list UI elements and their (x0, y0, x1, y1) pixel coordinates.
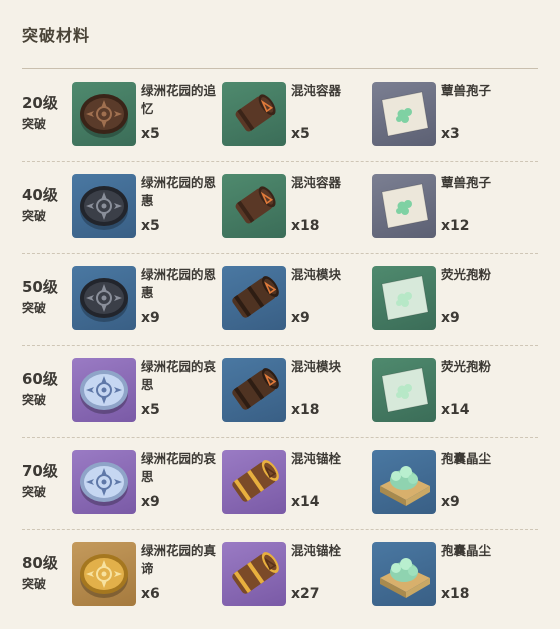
ascend-label: 突破 (22, 485, 47, 499)
ascend-label: 突破 (22, 117, 47, 131)
material-name: 绿洲花园的真谛 (141, 543, 217, 576)
material-item[interactable]: 绿洲花园的恩惠 x5 (72, 174, 216, 240)
material-quantity: x14 (291, 494, 320, 510)
material-quantity: x12 (441, 218, 470, 234)
material-item[interactable]: 混沌锚栓 x27 (222, 542, 362, 608)
material-quantity: x3 (441, 126, 460, 142)
medallion-silver-icon (72, 450, 136, 514)
material-name: 绿洲花园的恩惠 (141, 267, 217, 300)
spore-crystal-icon (372, 542, 436, 606)
material-name: 荧光孢粉 (441, 359, 492, 374)
spore-powder-icon (372, 358, 436, 422)
material-item[interactable]: 荧光孢粉 x14 (372, 358, 512, 424)
ascension-table: 20级 突破 绿洲花园的追忆 x5 混沌容器 x5 蕈兽孢子 x3 40级 突破… (22, 70, 538, 621)
level-label: 80级 突破 (22, 554, 66, 593)
material-quantity: x9 (291, 310, 310, 326)
material-quantity: x18 (291, 218, 320, 234)
material-item[interactable]: 混沌容器 x5 (222, 82, 362, 148)
material-item[interactable]: 混沌锚栓 x14 (222, 450, 362, 516)
material-name: 混沌锚栓 (291, 543, 342, 558)
material-name: 蕈兽孢子 (441, 175, 492, 190)
material-item[interactable]: 绿洲花园的哀思 x9 (72, 450, 216, 516)
material-item[interactable]: 蕈兽孢子 x3 (372, 82, 512, 148)
level-value: 50级 (22, 278, 58, 296)
ascension-row-50: 50级 突破 绿洲花园的恩惠 x9 混沌模块 x9 荧光孢粉 x9 (22, 254, 538, 346)
ascension-row-40: 40级 突破 绿洲花园的恩惠 x5 混沌容器 x18 蕈兽孢子 x12 (22, 162, 538, 254)
material-name: 混沌锚栓 (291, 451, 342, 466)
material-quantity: x9 (141, 310, 160, 326)
level-label: 20级 突破 (22, 94, 66, 133)
material-name: 绿洲花园的追忆 (141, 83, 217, 116)
level-value: 40级 (22, 186, 58, 204)
material-item[interactable]: 绿洲花园的追忆 x5 (72, 82, 216, 148)
ascension-row-70: 70级 突破 绿洲花园的哀思 x9 混沌锚栓 x14 孢囊晶尘 x9 (22, 438, 538, 530)
chaos-cylinder-icon (222, 82, 286, 146)
chaos-cylinder-icon (222, 174, 286, 238)
material-quantity: x6 (141, 586, 160, 602)
material-quantity: x9 (141, 494, 160, 510)
level-label: 40级 突破 (22, 186, 66, 225)
chaos-bolt-icon (222, 542, 286, 606)
material-quantity: x18 (291, 402, 320, 418)
material-item[interactable]: 混沌模块 x18 (222, 358, 362, 424)
material-name: 混沌模块 (291, 359, 342, 374)
level-value: 80级 (22, 554, 58, 572)
spore-powder-icon (372, 266, 436, 330)
material-name: 绿洲花园的哀思 (141, 359, 217, 392)
material-name: 混沌容器 (291, 83, 342, 98)
material-item[interactable]: 绿洲花园的真谛 x6 (72, 542, 216, 608)
material-quantity: x27 (291, 586, 320, 602)
medallion-dark-icon (72, 174, 136, 238)
level-label: 60级 突破 (22, 370, 66, 409)
material-quantity: x9 (441, 494, 460, 510)
material-quantity: x5 (141, 126, 160, 142)
medallion-dark-icon (72, 266, 136, 330)
material-item[interactable]: 孢囊晶尘 x18 (372, 542, 512, 608)
level-value: 70级 (22, 462, 58, 480)
level-label: 50级 突破 (22, 278, 66, 317)
material-item[interactable]: 绿洲花园的恩惠 x9 (72, 266, 216, 332)
material-name: 混沌模块 (291, 267, 342, 282)
material-item[interactable]: 荧光孢粉 x9 (372, 266, 512, 332)
material-name: 蕈兽孢子 (441, 83, 492, 98)
title-divider (22, 68, 538, 69)
level-value: 60级 (22, 370, 58, 388)
chaos-module-icon (222, 266, 286, 330)
medallion-gold-icon (72, 542, 136, 606)
ascension-row-20: 20级 突破 绿洲花园的追忆 x5 混沌容器 x5 蕈兽孢子 x3 (22, 70, 538, 162)
material-name: 孢囊晶尘 (441, 451, 492, 466)
chaos-bolt-icon (222, 450, 286, 514)
spore-crystal-icon (372, 450, 436, 514)
material-name: 绿洲花园的恩惠 (141, 175, 217, 208)
spore-cloth-icon (372, 174, 436, 238)
ascension-row-60: 60级 突破 绿洲花园的哀思 x5 混沌模块 x18 荧光孢粉 x14 (22, 346, 538, 438)
material-item[interactable]: 混沌容器 x18 (222, 174, 362, 240)
material-name: 混沌容器 (291, 175, 342, 190)
ascend-label: 突破 (22, 393, 47, 407)
material-item[interactable]: 混沌模块 x9 (222, 266, 362, 332)
material-quantity: x5 (141, 402, 160, 418)
spore-cloth-icon (372, 82, 436, 146)
chaos-module-icon (222, 358, 286, 422)
material-name: 绿洲花园的哀思 (141, 451, 217, 484)
ascend-label: 突破 (22, 301, 47, 315)
material-item[interactable]: 蕈兽孢子 x12 (372, 174, 512, 240)
material-item[interactable]: 孢囊晶尘 x9 (372, 450, 512, 516)
material-quantity: x18 (441, 586, 470, 602)
material-name: 荧光孢粉 (441, 267, 492, 282)
material-quantity: x5 (291, 126, 310, 142)
material-quantity: x5 (141, 218, 160, 234)
ascend-label: 突破 (22, 209, 47, 223)
level-label: 70级 突破 (22, 462, 66, 501)
page-title: 突破材料 (22, 26, 91, 45)
material-item[interactable]: 绿洲花园的哀思 x5 (72, 358, 216, 424)
level-value: 20级 (22, 94, 58, 112)
medallion-silver-icon (72, 358, 136, 422)
material-name: 孢囊晶尘 (441, 543, 492, 558)
material-quantity: x9 (441, 310, 460, 326)
material-quantity: x14 (441, 402, 470, 418)
ascend-label: 突破 (22, 577, 47, 591)
medallion-bronze-icon (72, 82, 136, 146)
ascension-row-80: 80级 突破 绿洲花园的真谛 x6 混沌锚栓 x27 孢囊晶尘 x18 (22, 530, 538, 621)
